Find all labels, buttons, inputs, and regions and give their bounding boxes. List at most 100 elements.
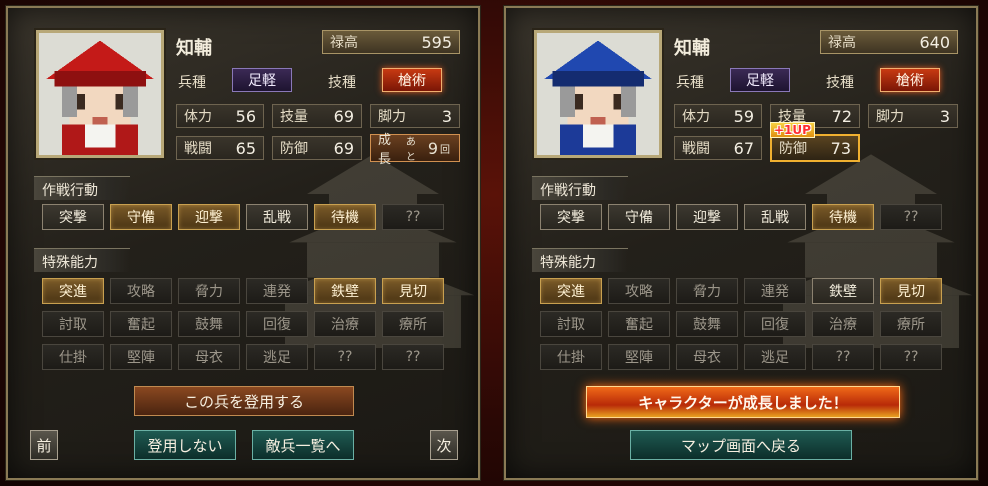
stat-speed-value: 3 [441,106,452,126]
next-button[interactable]: 次 [430,430,458,460]
ability-cell[interactable]: 鉄壁 [314,278,376,304]
ability-cell[interactable]: 母衣 [676,344,738,370]
growth-suffix: 回 [440,144,450,156]
ability-cell[interactable]: 脅力 [676,278,738,304]
ability-cell[interactable]: 治療 [314,311,376,337]
stat-speed: 脚力 3 [370,104,460,128]
tactics-section-title: 作戦行動 [34,176,130,200]
recruit-button[interactable]: この兵を登用する [134,386,354,416]
ability-cell[interactable]: 治療 [812,311,874,337]
abilities-grid: 突進 攻略 脅力 連発 鉄壁 見切 討取 奮起 鼓舞 回復 治療 療所 仕掛 堅… [540,278,942,370]
ability-cell[interactable]: 鉄壁 [812,278,874,304]
stat-skill-value: 72 [831,106,852,126]
stat-hp-value: 56 [235,106,256,126]
growth-message-banner: キャラクターが成長しました！ [586,386,900,418]
stat-combat-value: 65 [235,138,256,158]
unit-status-panel-right: 知輔 禄高 640 兵種 足軽 技種 槍術 体力 59 技量 72 脚力 3 戦… [503,5,979,481]
tactics-section-title: 作戦行動 [532,176,628,200]
enemy-list-button[interactable]: 敵兵一覧へ [252,430,354,460]
tactic-intercept[interactable]: 迎撃 [676,204,738,230]
stat-defense-label: 防御 [280,141,308,157]
ability-cell[interactable]: 討取 [42,311,104,337]
character-name: 知輔 [674,38,710,59]
tactic-wait[interactable]: 待機 [314,204,376,230]
ability-cell[interactable]: 討取 [540,311,602,337]
tactic-unknown[interactable]: ?? [880,204,942,230]
character-portrait [534,30,662,158]
salary-box: 禄高 595 [322,30,460,54]
tactics-grid: 突撃 守備 迎撃 乱戦 待機 ?? [42,204,444,230]
ability-cell[interactable]: 脅力 [178,278,240,304]
growth-remaining: 成長 あと 9 回 [370,133,460,167]
ability-cell[interactable]: 突進 [42,278,104,304]
ability-cell[interactable]: 逃足 [744,344,806,370]
troop-type-badge: 足軽 [232,68,292,92]
skill-type-label: 技種 [328,75,356,91]
ability-cell[interactable]: 療所 [880,311,942,337]
ability-cell[interactable]: 療所 [382,311,444,337]
ability-cell[interactable]: 堅陣 [110,344,172,370]
growth-count: 9 [427,138,438,158]
stat-defense-value: 73 [830,138,851,158]
prev-button[interactable]: 前 [30,430,58,460]
ability-cell[interactable]: 母衣 [178,344,240,370]
ability-cell[interactable]: 見切 [382,278,444,304]
salary-label: 禄高 [828,35,856,51]
tactic-melee[interactable]: 乱戦 [744,204,806,230]
stat-defense: 防御 73 [770,134,860,162]
no-recruit-button[interactable]: 登用しない [134,430,236,460]
ability-cell[interactable]: 攻略 [110,278,172,304]
stat-defense: 防御 69 [272,136,362,160]
salary-label: 禄高 [330,35,358,51]
ability-cell[interactable]: 鼓舞 [178,311,240,337]
ability-cell[interactable]: 回復 [744,311,806,337]
tactic-melee[interactable]: 乱戦 [246,204,308,230]
ability-cell[interactable]: 見切 [880,278,942,304]
troop-type-label: 兵種 [676,75,704,91]
ability-cell[interactable]: ?? [880,344,942,370]
ability-cell[interactable]: 鼓舞 [676,311,738,337]
ability-cell[interactable]: 堅陣 [608,344,670,370]
stat-hp-label: 体力 [184,109,212,125]
level-up-badge: +1UP [770,122,815,138]
tactic-guard[interactable]: 守備 [608,204,670,230]
ability-cell[interactable]: 逃足 [246,344,308,370]
salary-box: 禄高 640 [820,30,958,54]
ability-cell[interactable]: 連発 [246,278,308,304]
abilities-section-title: 特殊能力 [34,248,130,272]
ability-cell[interactable]: 奮起 [110,311,172,337]
ability-cell[interactable]: 回復 [246,311,308,337]
stat-defense-label: 防御 [779,141,807,157]
return-to-map-button[interactable]: マップ画面へ戻る [630,430,852,460]
ability-cell[interactable]: ?? [812,344,874,370]
tactic-wait[interactable]: 待機 [812,204,874,230]
salary-value: 640 [919,32,950,52]
troop-type-label: 兵種 [178,75,206,91]
stat-hp-value: 59 [733,106,754,126]
unit-status-panel-left: 知輔 禄高 595 兵種 足軽 技種 槍術 体力 56 技量 69 脚力 3 戦… [5,5,481,481]
stat-combat: 戦闘 65 [176,136,264,160]
ability-cell[interactable]: 連発 [744,278,806,304]
tactic-unknown[interactable]: ?? [382,204,444,230]
ability-cell[interactable]: 仕掛 [42,344,104,370]
ability-cell[interactable]: 仕掛 [540,344,602,370]
character-name: 知輔 [176,38,212,59]
skill-type-badge: 槍術 [382,68,442,92]
ability-cell[interactable]: 攻略 [608,278,670,304]
ability-cell[interactable]: 奮起 [608,311,670,337]
abilities-section-title: 特殊能力 [532,248,628,272]
ability-cell[interactable]: 突進 [540,278,602,304]
tactics-grid: 突撃 守備 迎撃 乱戦 待機 ?? [540,204,942,230]
stat-speed: 脚力 3 [868,104,958,128]
stat-skill-value: 69 [333,106,354,126]
tactic-intercept[interactable]: 迎撃 [178,204,240,230]
troop-type-badge: 足軽 [730,68,790,92]
tactic-charge[interactable]: 突撃 [540,204,602,230]
tactic-charge[interactable]: 突撃 [42,204,104,230]
ability-cell[interactable]: ?? [382,344,444,370]
ability-cell[interactable]: ?? [314,344,376,370]
stat-hp: 体力 56 [176,104,264,128]
salary-value: 595 [421,32,452,52]
samurai-red-hat-icon [39,33,161,155]
tactic-guard[interactable]: 守備 [110,204,172,230]
